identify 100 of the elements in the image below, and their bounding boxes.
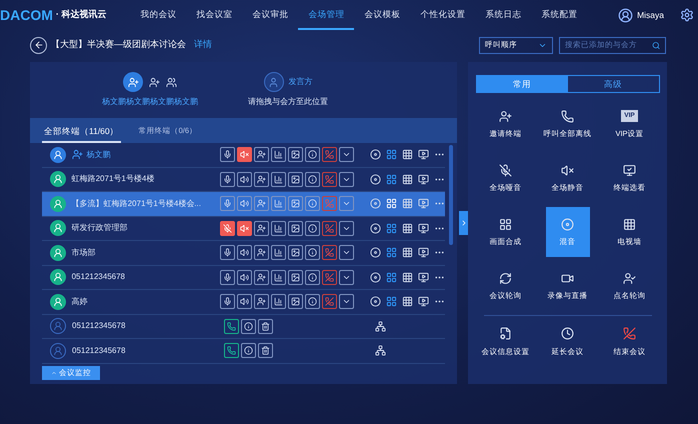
panel-tab[interactable]: 高级 [568, 76, 658, 92]
speaker-button[interactable] [237, 294, 252, 310]
delete-button[interactable] [258, 343, 273, 358]
nav-tab[interactable]: 系统日志 [475, 0, 532, 30]
picture-button[interactable] [288, 270, 303, 285]
grid-icon[interactable] [386, 296, 397, 308]
terminal-row[interactable]: 研发行政管理部 [42, 216, 445, 241]
add-user-button[interactable] [254, 270, 269, 285]
grid-icon[interactable] [386, 174, 397, 185]
dropdown-button[interactable] [339, 196, 354, 212]
disc-icon[interactable] [370, 174, 381, 185]
disc-icon[interactable] [370, 296, 381, 308]
nav-tab[interactable]: 会议审批 [242, 0, 298, 30]
search-icon[interactable] [652, 40, 660, 50]
wall-grid-icon[interactable] [402, 222, 413, 234]
disc-icon[interactable] [370, 149, 381, 160]
chart-button[interactable] [271, 270, 286, 285]
add-user-button[interactable] [254, 245, 269, 260]
grid-icon[interactable] [386, 247, 397, 258]
info-button[interactable] [305, 172, 320, 187]
info-button[interactable] [241, 343, 256, 358]
disc-icon[interactable] [370, 272, 381, 283]
mic-button[interactable] [220, 245, 235, 260]
hang-up-button[interactable] [322, 147, 337, 162]
hang-up-button[interactable] [322, 172, 337, 187]
mic-button[interactable] [220, 294, 235, 310]
call-button[interactable] [224, 343, 239, 358]
grid-icon[interactable] [386, 222, 397, 234]
mic-button[interactable] [220, 172, 235, 187]
add-user-button[interactable] [254, 172, 269, 187]
picture-button[interactable] [288, 172, 303, 187]
terminal-row[interactable]: 高婷 [42, 290, 445, 314]
picture-button[interactable] [288, 147, 303, 162]
info-button[interactable] [241, 318, 256, 334]
add-user-button[interactable] [254, 220, 269, 236]
screen-icon[interactable] [418, 247, 429, 258]
delete-button[interactable] [258, 318, 273, 334]
dropdown-button[interactable] [339, 294, 354, 310]
terminal-row[interactable]: 051212345678 [42, 266, 445, 290]
screen-icon[interactable] [418, 174, 429, 185]
wall-grid-icon[interactable] [402, 174, 413, 185]
user-avatar-icon[interactable] [618, 8, 634, 22]
users-icon[interactable] [166, 76, 177, 88]
nav-tab[interactable]: 会场管理 [298, 0, 354, 30]
dropdown-button[interactable] [339, 172, 354, 187]
speaker-button[interactable] [237, 220, 252, 236]
dropdown-button[interactable] [339, 220, 354, 236]
details-link[interactable]: 详情 [194, 38, 212, 52]
chart-button[interactable] [271, 172, 286, 187]
dropdown-button[interactable] [339, 270, 354, 285]
chart-button[interactable] [271, 294, 286, 310]
nav-tab[interactable]: 个性化设置 [410, 0, 476, 30]
wall-grid-icon[interactable] [402, 247, 413, 258]
info-button[interactable] [305, 294, 320, 310]
nav-tab[interactable]: 系统配置 [531, 0, 588, 30]
terminal-row[interactable]: 市场部 [42, 241, 445, 266]
disc-icon[interactable] [370, 247, 381, 258]
screen-icon[interactable] [418, 149, 429, 160]
back-button[interactable] [30, 36, 47, 54]
wall-grid-icon[interactable] [402, 149, 413, 160]
hang-up-button[interactable] [322, 294, 337, 310]
screen-icon[interactable] [418, 296, 429, 308]
speaker-button[interactable] [237, 270, 252, 285]
grid-icon[interactable] [386, 198, 397, 210]
nav-tab[interactable]: 会议模板 [354, 0, 410, 30]
terminal-row[interactable]: 【多流】虹梅路2071号1号楼4楼会... [42, 192, 445, 216]
chart-button[interactable] [271, 220, 286, 236]
info-button[interactable] [305, 147, 320, 162]
hang-up-button[interactable] [322, 270, 337, 285]
info-button[interactable] [305, 220, 320, 236]
chart-button[interactable] [271, 147, 286, 162]
add-user-button[interactable] [254, 294, 269, 310]
hang-up-button[interactable] [322, 220, 337, 236]
dropdown-button[interactable] [339, 147, 354, 162]
scrollbar[interactable] [449, 145, 453, 245]
nav-tab[interactable]: 找会议室 [186, 0, 242, 30]
list-tab[interactable]: 全部终端（11/60） [42, 121, 121, 143]
wall-grid-icon[interactable] [402, 296, 413, 308]
wall-grid-icon[interactable] [402, 272, 413, 283]
hang-up-button[interactable] [322, 245, 337, 260]
info-button[interactable] [305, 270, 320, 285]
add-user-button[interactable] [254, 147, 269, 162]
mic-button[interactable] [220, 220, 235, 236]
dropdown-button[interactable] [339, 245, 354, 260]
speaker-button[interactable] [237, 147, 252, 162]
screen-icon[interactable] [418, 222, 429, 234]
picture-button[interactable] [288, 245, 303, 260]
picture-button[interactable] [288, 220, 303, 236]
speaker-button[interactable] [237, 245, 252, 260]
user-name[interactable]: Misaya [637, 8, 664, 22]
chart-button[interactable] [271, 245, 286, 260]
picture-button[interactable] [288, 294, 303, 310]
disc-icon[interactable] [370, 222, 381, 234]
mic-button[interactable] [220, 270, 235, 285]
grid-icon[interactable] [386, 272, 397, 283]
speaker-button[interactable] [237, 172, 252, 187]
screen-icon[interactable] [418, 272, 429, 283]
settings-icon[interactable] [680, 8, 694, 22]
nav-tab[interactable]: 我的会议 [130, 0, 186, 30]
terminal-row[interactable]: 杨文鹏 [42, 143, 445, 168]
